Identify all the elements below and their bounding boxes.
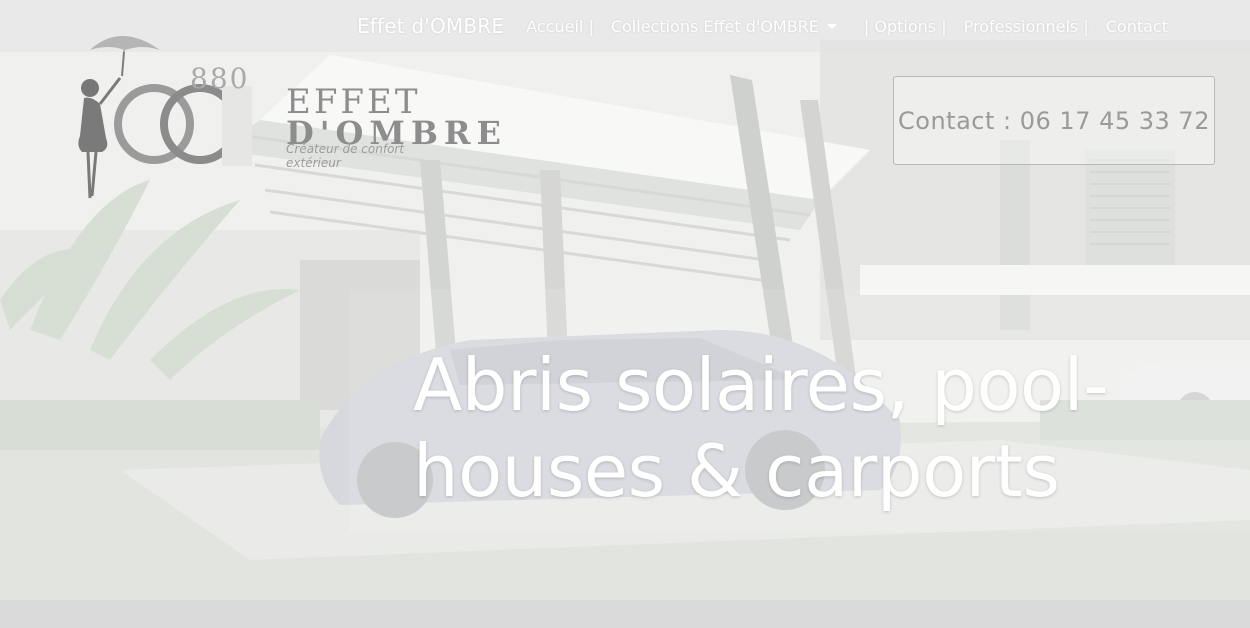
logo-numerals: 880 xyxy=(190,62,250,95)
nav-item-contact[interactable]: Contact xyxy=(1106,17,1168,36)
logo-tagline: Créateur de confort extérieur xyxy=(286,142,405,170)
contact-phone-text: Contact : 06 17 45 33 72 xyxy=(898,106,1210,135)
page-bottom-band xyxy=(0,600,1250,628)
site-logo[interactable]: 880 EFFET D'OMBRE Créateur de confort ex… xyxy=(62,28,501,208)
caret-down-icon xyxy=(826,23,837,29)
nav-item-collections-label: Collections Effet d'OMBRE xyxy=(610,16,819,36)
nav-item-accueil[interactable]: Accueil | xyxy=(526,17,594,36)
top-navbar: Effet d'OMBRE Accueil | Collections Effe… xyxy=(0,0,1250,52)
nav-menu: Effet d'OMBRE Accueil | Collections Effe… xyxy=(357,0,1168,52)
nav-item-collections[interactable]: Collections Effet d'OMBRE xyxy=(611,17,847,36)
nav-brand-link[interactable]: Effet d'OMBRE xyxy=(357,14,504,38)
nav-item-professionnels[interactable]: Professionnels | xyxy=(964,17,1089,36)
hero-headline: Abris solaires, pool- houses & carports xyxy=(413,342,1173,514)
hero-headline-line2: houses & carports xyxy=(413,429,1060,513)
hero-headline-line1: Abris solaires, pool- xyxy=(413,343,1109,427)
nav-item-options[interactable]: | Options | xyxy=(864,17,947,36)
contact-phone-box[interactable]: Contact : 06 17 45 33 72 xyxy=(893,76,1215,165)
